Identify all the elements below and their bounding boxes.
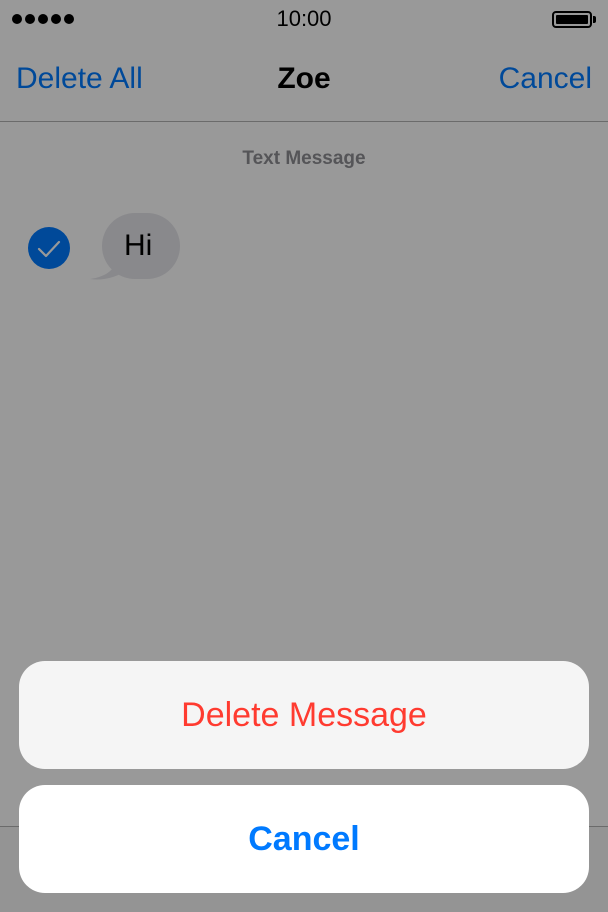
action-sheet-cancel-button[interactable]: Cancel [19, 785, 589, 893]
messages-screen: 10:00 Delete All Zoe Cancel Text Message… [0, 0, 608, 912]
dim-overlay[interactable] [0, 0, 608, 912]
action-sheet: Delete Message [19, 661, 589, 769]
delete-message-button[interactable]: Delete Message [19, 661, 589, 769]
